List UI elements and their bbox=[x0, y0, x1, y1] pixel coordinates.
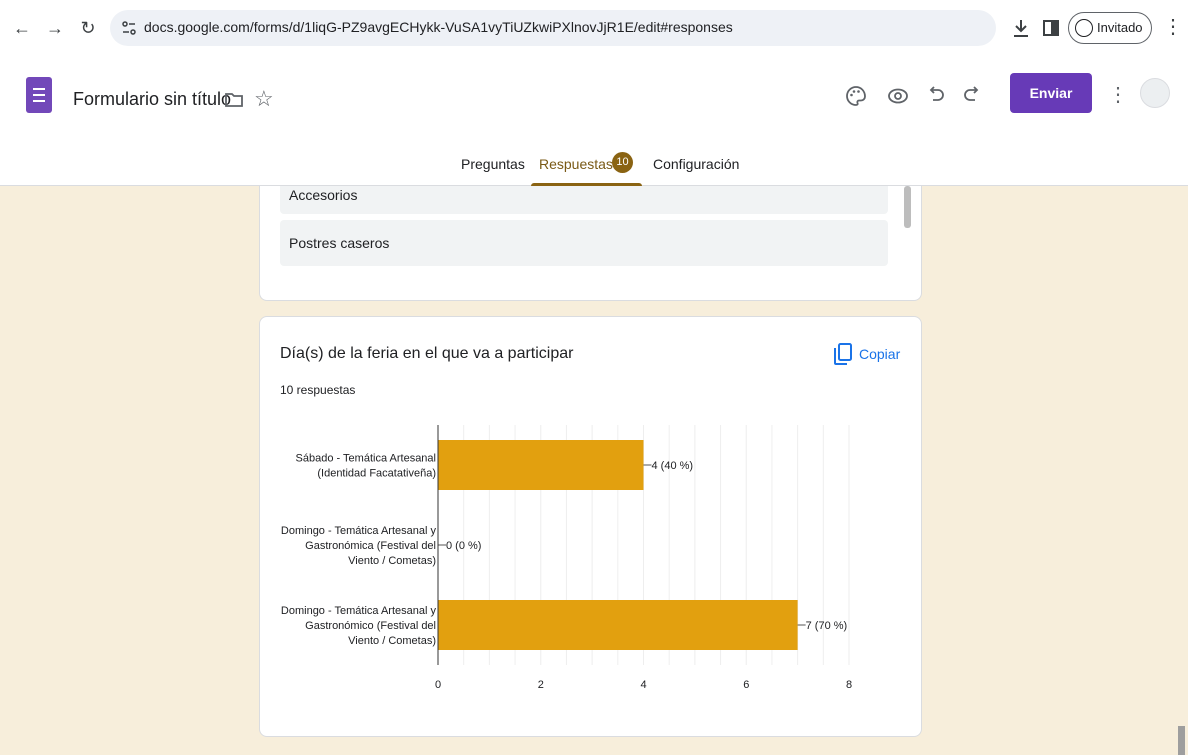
profile-button[interactable]: Invitado bbox=[1068, 12, 1152, 44]
url-text: docs.google.com/forms/d/1liqG-PZ9avgECHy… bbox=[144, 19, 733, 35]
folder-icon[interactable] bbox=[225, 93, 243, 107]
responses-bar-chart: 0 2 4 6 8 Sábado - Temática Artesanal (Identid… bbox=[281, 425, 852, 691]
value-label: 4 (40 %) bbox=[652, 460, 694, 472]
undo-icon[interactable] bbox=[924, 84, 948, 108]
tab-configuracion[interactable]: Configuración bbox=[653, 156, 739, 172]
palette-icon[interactable] bbox=[844, 84, 868, 108]
x-tick-label: 2 bbox=[538, 679, 544, 691]
more-options-icon[interactable]: ⋮ bbox=[1108, 82, 1128, 108]
category-label: Domingo - Temática Artesanal y bbox=[281, 525, 437, 537]
option-label: Accesorios bbox=[289, 187, 358, 203]
more-vert-icon[interactable]: ⋮ bbox=[1163, 14, 1183, 40]
profile-label: Invitado bbox=[1097, 20, 1143, 35]
preview-eye-icon[interactable] bbox=[886, 84, 910, 108]
inner-scrollbar[interactable] bbox=[904, 186, 911, 228]
form-title[interactable]: Formulario sin título bbox=[73, 89, 231, 110]
x-tick-label: 4 bbox=[640, 679, 646, 691]
forms-logo-icon[interactable] bbox=[26, 77, 52, 113]
tab-respuestas[interactable]: Respuestas bbox=[539, 156, 613, 172]
x-tick-label: 8 bbox=[846, 679, 852, 691]
option-row: Accesorios bbox=[280, 186, 888, 214]
send-button[interactable]: Enviar bbox=[1010, 73, 1092, 113]
category-label: Gastronómica (Festival del bbox=[305, 540, 436, 552]
category-label: Domingo - Temática Artesanal y bbox=[281, 605, 437, 617]
option-row: Postres caseros bbox=[280, 220, 888, 266]
category-label: (Identidad Facatativeña) bbox=[317, 468, 436, 480]
value-label: 7 (70 %) bbox=[806, 620, 848, 632]
page-scrollbar[interactable] bbox=[1178, 726, 1185, 755]
x-tick-label: 6 bbox=[743, 679, 749, 691]
side-panel-icon[interactable] bbox=[1040, 17, 1062, 39]
chart-bar bbox=[438, 440, 644, 490]
x-tick-label: 0 bbox=[435, 679, 441, 691]
tab-preguntas[interactable]: Preguntas bbox=[461, 156, 525, 172]
star-icon[interactable]: ☆ bbox=[254, 86, 274, 112]
responses-count-badge: 10 bbox=[612, 152, 633, 173]
chart-bar bbox=[438, 600, 798, 650]
forward-arrow-icon[interactable]: → bbox=[43, 16, 67, 40]
redo-icon[interactable] bbox=[960, 84, 984, 108]
category-label: Sábado - Temática Artesanal bbox=[296, 453, 436, 465]
back-arrow-icon[interactable]: ← bbox=[10, 16, 34, 40]
account-avatar[interactable] bbox=[1140, 78, 1170, 108]
forms-header: Formulario sin título ☆ Enviar ⋮ Pregunt… bbox=[0, 64, 1188, 186]
category-label: Viento / Cometas) bbox=[348, 555, 436, 567]
profile-icon bbox=[1075, 19, 1093, 37]
category-label: Gastronómico (Festival del bbox=[305, 620, 436, 632]
browser-toolbar: ← → ↻ docs.google.com/forms/d/1liqG-PZ9a… bbox=[0, 0, 1188, 64]
address-bar[interactable]: docs.google.com/forms/d/1liqG-PZ9avgECHy… bbox=[110, 10, 996, 46]
value-label: 0 (0 %) bbox=[446, 540, 481, 552]
option-label: Postres caseros bbox=[289, 235, 390, 251]
question-summary-card: Día(s) de la feria en el que va a partic… bbox=[259, 316, 922, 737]
reload-icon[interactable]: ↻ bbox=[76, 16, 100, 40]
category-label: Viento / Cometas) bbox=[348, 635, 436, 647]
site-settings-icon[interactable] bbox=[120, 19, 138, 37]
form-tabs: Preguntas Respuestas 10 Configuración bbox=[0, 146, 1188, 186]
previous-question-card: Accesorios Postres caseros bbox=[259, 186, 922, 301]
download-icon[interactable] bbox=[1010, 17, 1032, 39]
